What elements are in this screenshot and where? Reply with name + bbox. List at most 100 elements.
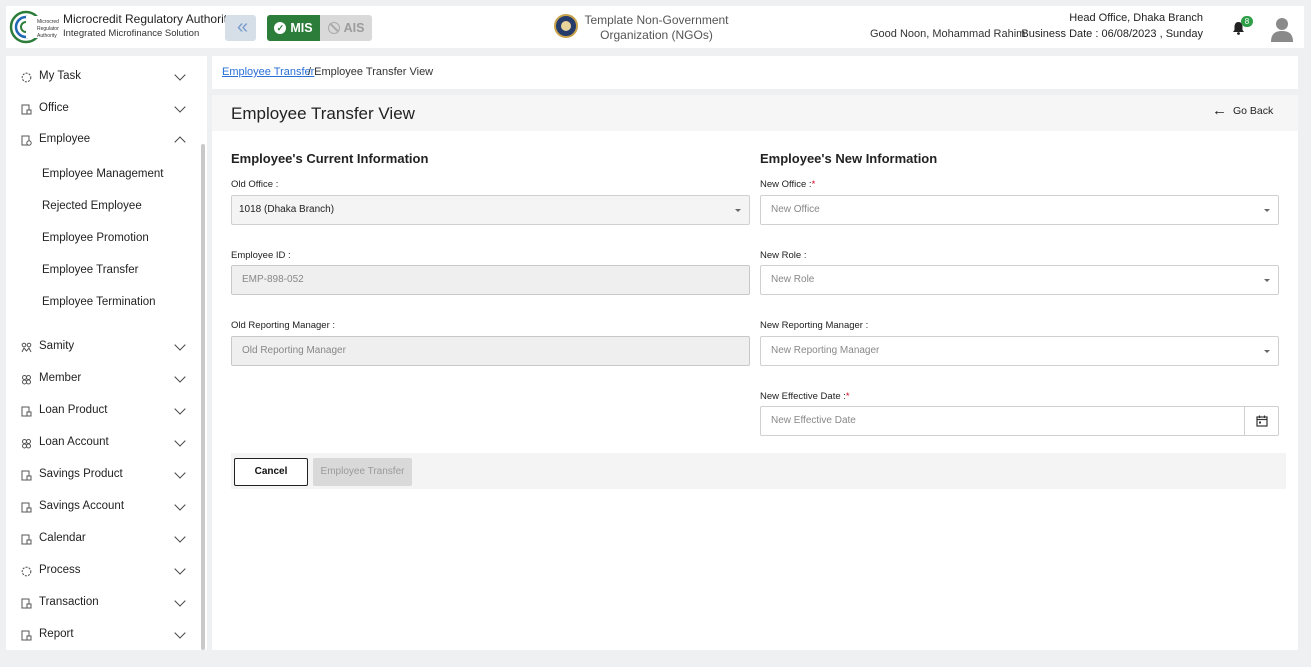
chevron-down-icon [174,403,186,415]
sidebar-item-label: Process [39,564,81,576]
old-office-value: 1018 (Dhaka Branch) [239,204,335,215]
new-role-label: New Role : [760,250,807,261]
savings-account-icon [21,502,32,513]
go-back-button[interactable]: ← Go Back [1212,102,1273,119]
new-effective-date-input[interactable]: New Effective Date [760,406,1279,436]
arrow-left-icon: ← [1212,102,1227,119]
new-reporting-manager-label: New Reporting Manager : [760,320,869,331]
savings-product-icon [21,470,32,481]
sidebar-item-my-task[interactable]: My Task [6,65,196,89]
module-toggle: ✓ MIS AIS [267,15,372,41]
new-reporting-manager-placeholder: New Reporting Manager [771,345,880,356]
chevron-down-icon [174,339,186,351]
sidebar-item-member[interactable]: Member [6,367,196,391]
current-info-heading: Employee's Current Information [231,151,429,166]
new-role-select[interactable]: New Role [760,265,1279,295]
sidebar-item-label: Employee [39,133,91,145]
sidebar-item-label: My Task [39,70,81,82]
caret-down-icon [1264,350,1270,353]
old-reporting-manager-field: Old Reporting Manager [231,336,750,366]
sidebar-item-label: Member [39,372,82,384]
old-office-select[interactable]: 1018 (Dhaka Branch) [231,195,750,225]
mis-button[interactable]: ✓ MIS [267,15,320,41]
new-office-select[interactable]: New Office [760,195,1279,225]
new-office-label-text: New Office : [760,179,812,190]
employee-transfer-button[interactable]: Employee Transfer [313,458,412,486]
sidebar-subitem-employee-management[interactable]: Employee Management [42,168,163,180]
collapse-sidebar-button[interactable]: « [225,15,256,41]
sidebar-item-savings-product[interactable]: Savings Product [6,463,196,487]
sidebar-subitem-employee-transfer[interactable]: Employee Transfer [42,264,139,276]
sidebar-item-calendar[interactable]: Calendar [6,527,196,551]
old-reporting-manager-placeholder: Old Reporting Manager [242,345,346,356]
sidebar-item-savings-account[interactable]: Savings Account [6,495,196,519]
cancel-button[interactable]: Cancel [234,458,308,486]
check-circle-icon: ✓ [274,22,287,34]
sidebar: My Task Office Employee Employee Managem… [6,56,207,650]
process-icon [21,566,32,577]
greeting-text: Good Noon, Mohammad Rahim [870,28,1026,40]
new-office-label: New Office :* [760,179,815,190]
required-mark: * [845,391,850,402]
logo-text-2: Regulatory [37,26,59,32]
sidebar-item-label: Calendar [39,532,86,544]
sidebar-item-transaction[interactable]: Transaction [6,591,196,615]
sidebar-item-label: Samity [39,340,75,352]
new-reporting-manager-select[interactable]: New Reporting Manager [760,336,1279,366]
chevron-down-icon [174,69,186,81]
new-effective-date-label: New Effective Date :* [760,391,850,402]
sidebar-subitem-rejected-employee[interactable]: Rejected Employee [42,200,142,212]
chevron-down-icon [174,371,186,383]
calendar-icon [1255,415,1268,427]
sidebar-item-label: Loan Account [39,436,109,448]
user-avatar-icon[interactable] [1270,16,1294,42]
breadcrumb: Employee Transfer / Employee Transfer Vi… [212,56,1298,89]
chevron-down-icon [174,627,186,639]
new-effective-date-placeholder: New Effective Date [771,415,856,426]
sidebar-item-samity[interactable]: Samity [6,335,196,359]
breadcrumb-link-employee-transfer[interactable]: Employee Transfer [222,66,314,78]
calendar-picker-button[interactable] [1244,407,1278,435]
brand-title: Microcredit Regulatory Authority [63,12,234,26]
sidebar-subitem-employee-termination[interactable]: Employee Termination [42,296,156,308]
ban-icon [327,22,340,34]
ais-button[interactable]: AIS [320,15,372,41]
office-icon [21,104,32,115]
task-icon [21,72,32,83]
sidebar-item-employee[interactable]: Employee [6,128,196,152]
chevron-down-icon [174,563,186,575]
old-office-label: Old Office : [231,179,279,190]
action-bar: Cancel Employee Transfer [231,453,1286,489]
logo-text-1: Microcredit [37,19,59,25]
sidebar-item-office[interactable]: Office [6,97,196,121]
report-icon [21,630,32,641]
sidebar-scrollbar[interactable] [201,144,205,650]
sidebar-item-loan-account[interactable]: Loan Account [6,431,196,455]
sidebar-item-label: Report [39,628,74,640]
caret-down-icon [735,209,741,212]
chevron-down-icon [174,531,186,543]
loan-product-icon [21,406,32,417]
mis-label: MIS [290,21,313,35]
calendar-icon [21,534,32,545]
new-office-placeholder: New Office [771,204,820,215]
sidebar-item-loan-product[interactable]: Loan Product [6,399,196,423]
sidebar-item-label: Transaction [39,596,99,608]
chevron-down-icon [174,467,186,479]
breadcrumb-current: / Employee Transfer View [308,66,434,78]
brand-subtitle: Integrated Microfinance Solution [63,28,200,39]
sidebar-item-report[interactable]: Report [6,623,196,647]
sidebar-item-label: Loan Product [39,404,108,416]
page-title: Employee Transfer View [231,104,415,123]
org-seal-icon [554,14,578,38]
sidebar-item-process[interactable]: Process [6,559,196,583]
branch-name: Head Office, Dhaka Branch [1069,12,1203,24]
sidebar-subitem-employee-promotion[interactable]: Employee Promotion [42,232,149,244]
business-date: Business Date : 06/08/2023 , Sunday [1021,28,1203,40]
logo-text-3: Authority [37,33,57,39]
ais-label: AIS [343,21,365,35]
top-header: Microcredit Regulatory Authority Microcr… [6,6,1304,48]
chevron-up-icon [174,136,186,148]
chevron-down-icon [174,435,186,447]
title-bar: Employee Transfer View ← Go Back [212,95,1298,131]
